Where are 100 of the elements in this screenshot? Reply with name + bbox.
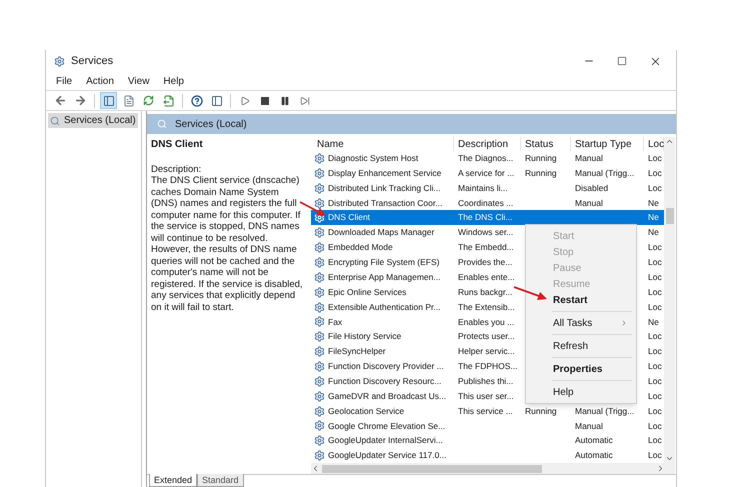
gear-icon	[314, 316, 325, 328]
startup-type-cell: Manual (Trigg...	[575, 168, 634, 178]
description-cell: Provides the...	[458, 257, 512, 268]
console-tree-button[interactable]	[100, 92, 117, 109]
log-on-cell: Loc	[648, 390, 662, 401]
menu-item[interactable]: File	[56, 74, 72, 88]
gear-icon	[314, 168, 325, 179]
service-name-cell[interactable]: Display Enhancement Service	[328, 166, 442, 180]
gear-icon	[314, 390, 325, 402]
forward-arrow-icon	[74, 94, 87, 107]
service-name-cell[interactable]: Function Discovery Provider ...	[328, 360, 444, 373]
log-on-cell: Loc	[648, 257, 662, 268]
column-header[interactable]: Startup Type	[571, 137, 644, 151]
context-menu-item[interactable]: Restart	[526, 292, 636, 308]
startup-type-cell: Automatic	[575, 435, 613, 446]
service-name-cell[interactable]: Enterprise App Managemen...	[328, 270, 440, 284]
context-menu-item[interactable]: Help	[526, 384, 636, 400]
export-icon	[162, 94, 174, 106]
magnifier-icon	[157, 119, 167, 129]
gear-icon	[314, 331, 325, 342]
service-name-cell[interactable]: Fax	[328, 316, 342, 328]
log-on-cell: Ne	[648, 212, 659, 222]
horizontal-scrollbar[interactable]	[311, 463, 675, 474]
log-on-cell: Loc	[648, 420, 662, 431]
gear-icon	[314, 406, 325, 417]
document-icon	[122, 94, 134, 106]
scroll-right-icon[interactable]	[656, 464, 665, 473]
maximize-icon[interactable]	[617, 56, 627, 66]
context-menu-item[interactable]: Properties	[526, 361, 636, 377]
pause-icon	[280, 96, 290, 106]
service-name-cell[interactable]: Encrypting File System (EFS)	[328, 256, 440, 269]
column-header[interactable]: Description	[454, 137, 521, 151]
service-name-cell[interactable]: File History Service	[328, 330, 402, 344]
menu-item[interactable]: Action	[86, 74, 114, 88]
description-cell: Enables you ...	[458, 316, 514, 326]
log-on-cell: Loc	[648, 302, 662, 312]
service-description: The DNS Client service (dnscache) caches Domain Name System (DNS) names and registers the full computer name for this computer. If the service is stopped, DNS names will continue to be resolved. However, the results of DNS name queries will not be cached and the computer's name will not be registered. If the service is disabled, any services that explicitly depend on it will fail to start.	[151, 175, 304, 313]
context-menu-item[interactable]: All Tasks	[526, 315, 636, 331]
service-name-cell[interactable]: Embedded Mode	[328, 241, 393, 254]
scroll-down-icon[interactable]	[665, 454, 674, 463]
scrollbar-thumb[interactable]	[322, 464, 542, 472]
status-cell: Running	[525, 168, 557, 178]
startup-type-cell: Disabled	[575, 182, 608, 193]
gear-icon	[314, 227, 325, 238]
scroll-left-icon[interactable]	[311, 464, 320, 473]
view-tab[interactable]: Standard	[197, 474, 244, 487]
gear-icon	[314, 376, 325, 387]
service-name-cell[interactable]: Epic Online Services	[328, 286, 406, 299]
gear-icon	[314, 302, 325, 313]
service-name-cell[interactable]: GoogleUpdater Service 117.0...	[328, 449, 446, 462]
log-on-cell: Loc	[648, 168, 662, 178]
service-name-cell[interactable]: GoogleUpdater InternalServi...	[328, 434, 443, 448]
menu-item[interactable]: View	[128, 74, 150, 88]
column-header[interactable]: Status	[521, 137, 571, 151]
description-cell: Coordinates ...	[458, 198, 514, 208]
description-cell: Maintains li...	[458, 182, 508, 193]
description-cell: The DNS Cli...	[458, 212, 512, 222]
log-on-cell: Loc	[648, 406, 662, 416]
refresh-icon	[143, 95, 154, 106]
scroll-up-icon[interactable]	[665, 137, 674, 146]
service-name: DNS Client	[151, 139, 204, 150]
column-header[interactable]: Name	[311, 137, 454, 151]
scrollbar-thumb[interactable]	[666, 208, 674, 224]
service-name-cell[interactable]: Distributed Transaction Coor...	[328, 196, 442, 210]
window-title: Services	[71, 54, 114, 69]
pane-icon	[102, 94, 114, 106]
gear-icon	[314, 420, 325, 432]
pane-icon	[210, 94, 222, 106]
log-on-cell: Loc	[648, 376, 662, 386]
gear-icon	[314, 435, 325, 446]
gear-icon	[314, 360, 325, 372]
description-cell: The FDPHOS...	[458, 361, 518, 372]
play-icon	[240, 96, 250, 106]
service-name-cell[interactable]: DNS Client	[328, 211, 370, 224]
description-cell: The Diagnos...	[458, 153, 514, 164]
service-name-cell[interactable]: Geolocation Service	[328, 404, 404, 418]
tree-item[interactable]: Services (Local)	[48, 113, 138, 128]
menu-item[interactable]: Help	[163, 74, 184, 88]
service-name-cell[interactable]: Extensible Authentication Pr...	[328, 300, 440, 314]
panel-title: Services (Local)	[175, 118, 247, 132]
context-menu-item[interactable]: Refresh	[526, 338, 636, 354]
service-name-cell[interactable]: Function Discovery Resourc...	[328, 374, 442, 388]
startup-type-cell: Manual (Trigg...	[575, 406, 634, 416]
description-cell: This service ...	[458, 406, 513, 416]
description-cell: Windows ser...	[458, 227, 514, 238]
log-on-cell: Loc	[648, 331, 662, 342]
service-name-cell[interactable]: FileSyncHelper	[328, 345, 386, 358]
service-name-cell[interactable]: Distributed Link Tracking Cli...	[328, 182, 440, 195]
startup-type-cell: Automatic	[575, 450, 613, 460]
service-name-cell[interactable]: Downloaded Maps Manager	[328, 226, 434, 240]
description-cell: The Extensib...	[458, 302, 515, 312]
view-tab[interactable]: Extended	[149, 474, 198, 487]
vertical-scrollbar[interactable]	[664, 137, 675, 463]
service-name-cell[interactable]: GameDVR and Broadcast Us...	[328, 390, 446, 403]
service-name-cell[interactable]: Diagnostic System Host	[328, 152, 418, 165]
gear-icon	[314, 198, 325, 208]
service-name-cell[interactable]: Google Chrome Elevation Se...	[328, 420, 446, 432]
stop-icon	[260, 96, 268, 104]
description-label: Description:	[151, 164, 202, 175]
log-on-cell: Loc	[648, 346, 662, 356]
